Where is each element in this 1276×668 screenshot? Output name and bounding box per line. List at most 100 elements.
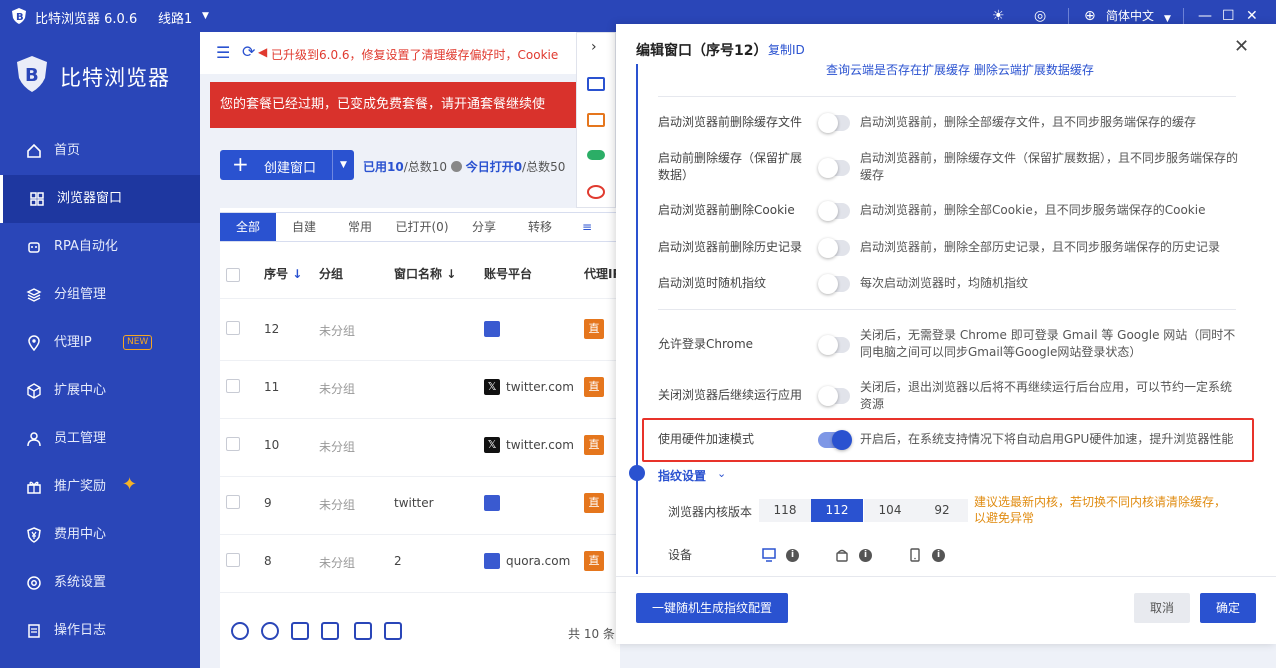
chevron-right-icon[interactable]: › [591,39,597,55]
row-checkbox[interactable] [226,321,240,335]
toggle-hardware-acceleration[interactable] [818,430,852,450]
link-icon[interactable] [484,553,500,569]
maximize-icon[interactable]: ☐ [1222,7,1235,25]
info-icon[interactable]: i [932,549,945,562]
kernel-version-option[interactable]: 104 [864,499,916,522]
row-checkbox[interactable] [226,553,240,567]
line-selector[interactable]: 线路1 [158,8,192,27]
settings-icon [27,576,41,590]
toggle-random-fingerprint[interactable] [818,274,850,294]
info-icon[interactable]: i [859,549,872,562]
sidebar-item-proxy-ip[interactable]: 代理IP NEW [0,319,200,367]
cancel-button[interactable]: 取消 [1134,593,1190,623]
tab-shared[interactable]: 分享 [456,213,512,241]
sidebar-item-groups[interactable]: 分组管理 [0,271,200,319]
edit-window-dialog: 编辑窗口（序号12） 复制ID ✕ 查询云端是否存在扩展缓存 删除云端扩展数据缓… [616,24,1276,644]
batch-delete-icon[interactable] [384,622,402,640]
chevron-down-icon[interactable]: ⌄ [717,467,726,480]
sidebar-item-browser-window[interactable]: 浏览器窗口 [0,175,200,223]
sort-icon[interactable]: ≡ [572,213,602,241]
column-platform: 账号平台 [484,267,533,281]
sidebar-item-rpa[interactable]: RPA自动化 [0,223,200,271]
sidebar-item-settings[interactable]: 系统设置 [0,559,200,607]
column-seq[interactable]: 序号 ↓ [264,265,302,282]
divider [220,418,620,419]
sidebar-item-home[interactable]: 首页 [0,127,200,175]
create-window-button[interactable]: + 创建窗口 ▼ [220,150,354,180]
random-fingerprint-button[interactable]: 一键随机生成指纹配置 [636,593,788,623]
minimize-icon[interactable]: — [1198,7,1212,25]
support-icon[interactable]: ◎ [1034,7,1046,25]
row-platform[interactable]: twitter.com [506,380,574,394]
link-icon[interactable] [484,321,500,337]
toggle-delete-cache[interactable] [818,113,850,133]
monitor-icon[interactable] [587,77,605,91]
gift-icon [27,481,41,494]
row-platform[interactable]: twitter.com [506,438,574,452]
location-pin-icon [28,335,40,351]
theme-toggle-icon[interactable]: ☀ [992,7,1005,25]
sidebar-item-staff[interactable]: 员工管理 [0,415,200,463]
kernel-version-option[interactable]: 118 [759,499,811,522]
row-checkbox[interactable] [226,379,240,393]
toggle-icon[interactable] [587,150,605,160]
kernel-version-option[interactable]: 92 [916,499,968,522]
divider [616,576,1276,577]
tab-frequent[interactable]: 常用 [332,213,388,241]
batch-delete-recycle-icon[interactable] [354,622,372,640]
copy-id-link[interactable]: 复制ID [768,41,805,58]
row-checkbox[interactable] [226,495,240,509]
close-icon[interactable]: ✕ [1234,36,1249,57]
toggle-run-background-apps[interactable] [818,386,850,406]
sidebar-item-extensions[interactable]: 扩展中心 [0,367,200,415]
column-window-name[interactable]: 窗口名称 ↓ [394,265,456,282]
row-platform[interactable]: quora.com [506,554,570,568]
sort-arrow-icon[interactable]: ↓ [446,267,456,281]
sidebar-item-label: 浏览器窗口 [57,191,123,206]
cloud-cache-links[interactable]: 查询云端是否存在扩展缓存 删除云端扩展数据缓存 [826,61,1094,78]
fingerprint-section-title[interactable]: 指纹设置 [658,467,706,484]
toggle-delete-history[interactable] [818,238,850,258]
sidebar-item-label: 操作日志 [54,623,107,638]
tab-transfer[interactable]: 转移 [512,213,568,241]
chevron-down-icon[interactable]: ▼ [202,11,209,21]
mobile-phone-icon[interactable] [908,548,922,562]
info-icon[interactable]: i [786,549,799,562]
collapse-menu-icon[interactable]: ☰ [216,43,230,62]
setting-label: 启动浏览器前删除缓存文件 [658,115,803,129]
sidebar-item-referral[interactable]: 推广奖励 ✦ [0,463,200,511]
batch-close-icon[interactable] [261,622,279,640]
update-notice[interactable]: 已升级到6.0.6，修复设置了清理缓存偏好时，Cookie [271,46,558,63]
toggle-allow-chrome-login[interactable] [818,335,850,355]
sidebar-item-operation-log[interactable]: 操作日志 [0,607,200,655]
batch-clear-icon[interactable] [291,622,309,640]
language-selector[interactable]: 简体中文 [1106,7,1154,25]
floating-toolbar: › [576,32,616,208]
row-checkbox[interactable] [226,437,240,451]
toggle-delete-cookie[interactable] [818,201,850,221]
close-window-icon[interactable]: ✕ [1246,7,1258,25]
confirm-button[interactable]: 确定 [1200,593,1256,623]
refresh-icon[interactable]: ⟳ [242,42,255,61]
sort-arrow-icon[interactable]: ↓ [292,267,302,281]
tab-self-built[interactable]: 自建 [276,213,332,241]
select-all-checkbox[interactable] [226,268,240,282]
setting-label: 启动浏览器前删除历史记录 [658,240,803,254]
desktop-icon[interactable] [762,548,776,562]
tab-opened[interactable]: 已打开(0) [388,213,456,241]
kernel-version-option-selected[interactable]: 112 [811,499,863,522]
globe-icon[interactable]: ⊕ [1084,7,1096,25]
ip-icon[interactable] [587,113,605,127]
chevron-down-icon[interactable]: ▼ [332,150,354,180]
fingerprint-icon[interactable] [587,185,605,199]
android-icon[interactable] [835,548,849,562]
toggle-delete-cache-keep-ext[interactable] [818,158,850,178]
sidebar-item-billing[interactable]: 费用中心 [0,511,200,559]
batch-open-icon[interactable] [231,622,249,640]
link-icon[interactable] [484,495,500,511]
tab-all[interactable]: 全部 [220,213,276,241]
batch-window-icon[interactable] [321,622,339,640]
setting-label: 启动前删除缓存（保留扩展数据） [658,151,803,182]
info-icon[interactable] [450,161,462,172]
layers-icon [26,288,42,302]
